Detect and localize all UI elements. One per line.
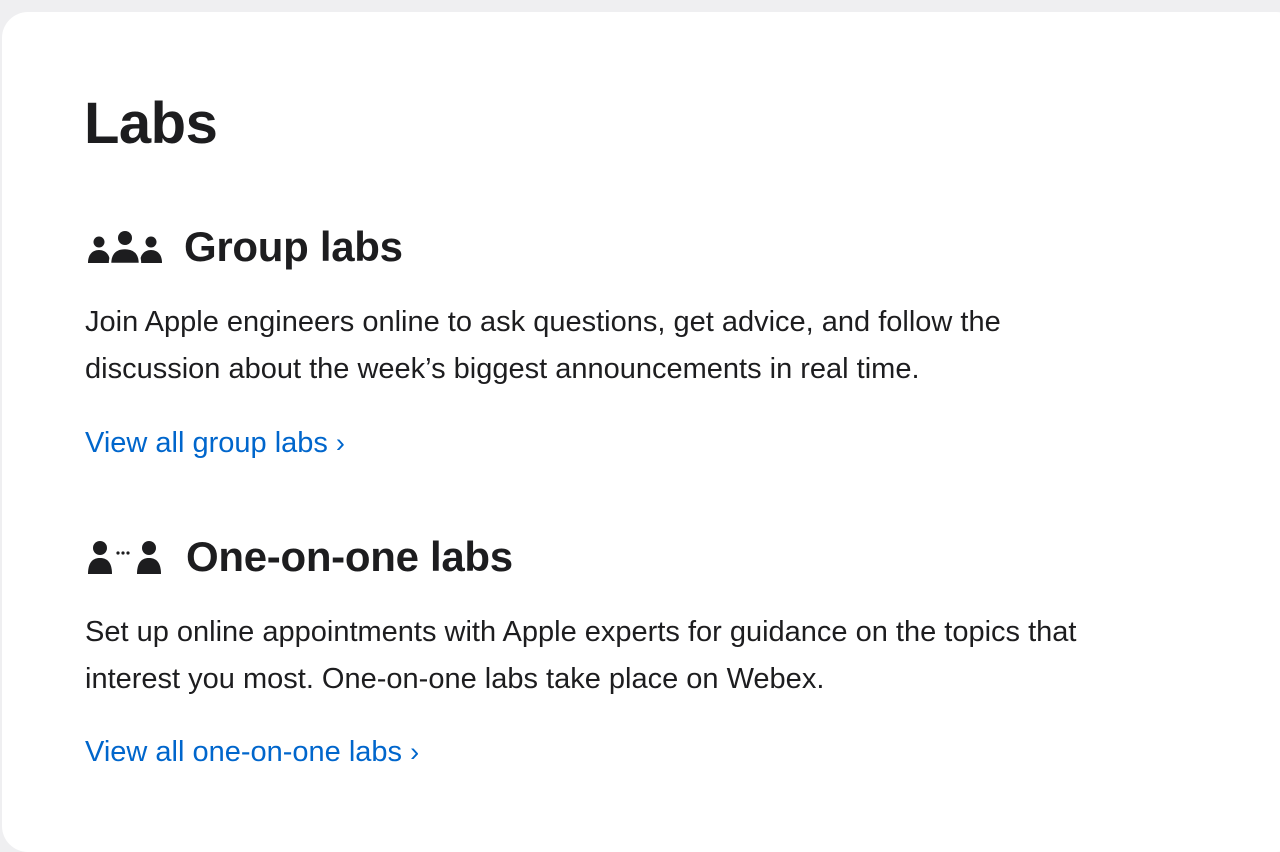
chevron-right-icon: ›	[335, 428, 345, 458]
one-on-one-labs-heading: One-on-one labs	[86, 532, 513, 582]
description-line: interest you most. One-on-one labs take …	[85, 663, 825, 695]
description-line: Set up online appointments with Apple ex…	[85, 616, 1077, 648]
one-on-one-people-icon	[86, 539, 164, 575]
description-line: Join Apple engineers online to ask quest…	[85, 306, 1001, 338]
labs-card: Labs Group labs Join Apple engineers onl…	[2, 12, 1280, 852]
chevron-right-icon: ›	[410, 737, 420, 767]
page-title: Labs	[84, 91, 218, 156]
link-label: View all one-on-one labs	[85, 736, 403, 768]
link-label: View all group labs	[85, 427, 328, 459]
section-title: Group labs	[184, 223, 403, 270]
one-on-one-labs-description: Set up online appointments with Apple ex…	[85, 609, 1235, 703]
group-labs-description: Join Apple engineers online to ask quest…	[85, 299, 1235, 393]
section-title: One-on-one labs	[186, 533, 513, 580]
view-all-one-on-one-labs-link[interactable]: View all one-on-one labs ›	[85, 734, 419, 770]
view-all-group-labs-link[interactable]: View all group labs ›	[85, 425, 345, 461]
group-labs-heading: Group labs	[86, 222, 403, 272]
group-people-icon	[86, 229, 164, 266]
description-line: discussion about the week’s biggest anno…	[85, 353, 920, 385]
